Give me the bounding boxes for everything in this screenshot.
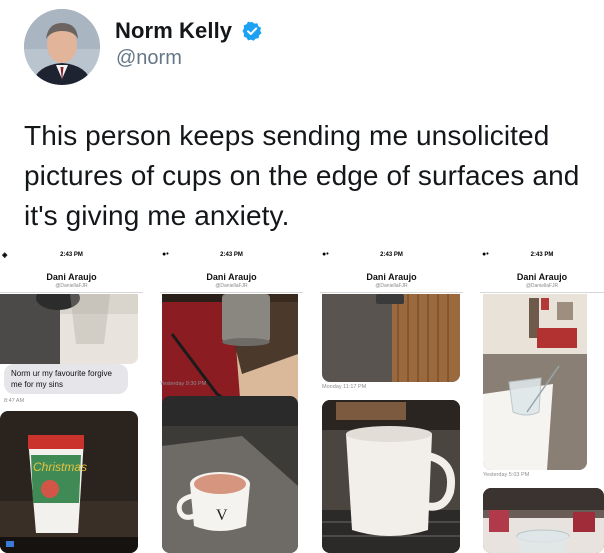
screenshot-1[interactable]: ◈ 2:43 PM Dani Araujo @DaniellaFJR Norm … xyxy=(0,250,143,553)
screenshot-2[interactable]: ●• 2:43 PM Dani Araujo @DaniellaFJR Yest… xyxy=(160,250,303,553)
cup-photo-2[interactable]: Christmas xyxy=(0,411,138,553)
author-handle[interactable]: @norm xyxy=(116,47,182,70)
cup-photo-6[interactable] xyxy=(322,400,460,553)
screenshot-4[interactable]: ●• 2:43 PM Dani Araujo @DaniellaFJR Yest… xyxy=(480,250,604,553)
cup-photo-7[interactable] xyxy=(483,294,587,470)
author-avatar[interactable] xyxy=(24,9,100,85)
cup-photo-5[interactable] xyxy=(322,294,460,382)
contact-name: Dani Araujo xyxy=(366,272,417,282)
header-divider xyxy=(160,292,303,293)
avatar-photo xyxy=(24,9,100,85)
author-name-row[interactable]: Norm Kelly xyxy=(115,18,262,47)
message-timestamp: Yesterday 5:03 PM xyxy=(483,472,530,478)
verified-badge-icon xyxy=(242,21,262,47)
attached-screenshots[interactable]: ◈ 2:43 PM Dani Araujo @DaniellaFJR Norm … xyxy=(0,250,604,553)
tweet-text: This person keeps sending me unsolicited… xyxy=(24,120,580,231)
header-divider xyxy=(480,292,604,293)
message-timestamp: Yesterday 9:30 PM xyxy=(160,381,207,387)
header-divider xyxy=(0,292,143,293)
contact-handle: @DaniellaFJR xyxy=(215,283,248,289)
status-bar: ●• 2:43 PM xyxy=(320,250,463,262)
status-time: 2:43 PM xyxy=(220,252,243,258)
contact-name: Dani Araujo xyxy=(206,272,257,282)
cup-label-text: Christmas xyxy=(33,460,87,474)
contact-handle: @DaniellaFJR xyxy=(525,283,559,289)
screenshot-3[interactable]: ●• 2:43 PM Dani Araujo @DaniellaFJR Mond… xyxy=(320,250,463,553)
contact-name: Dani Araujo xyxy=(46,272,97,282)
contact-handle: @DaniellaFJR xyxy=(375,283,408,289)
cup-photo-4[interactable]: V xyxy=(162,396,298,553)
contact-handle: @DaniellaFJR xyxy=(55,283,88,289)
message-timestamp: Monday 11:17 PM xyxy=(322,384,367,390)
header-divider xyxy=(320,292,463,293)
status-bar: ◈ 2:43 PM xyxy=(0,250,143,262)
cup-photo-8[interactable] xyxy=(483,488,604,553)
contact-name: Dani Araujo xyxy=(516,272,568,282)
status-time: 2:43 PM xyxy=(530,252,554,258)
svg-text:V: V xyxy=(216,507,228,524)
status-time: 2:43 PM xyxy=(380,252,403,258)
status-bar: ●• 2:43 PM xyxy=(480,250,604,262)
cup-photo-1[interactable] xyxy=(0,294,138,364)
status-bar: ●• 2:43 PM xyxy=(160,250,303,262)
status-time: 2:43 PM xyxy=(60,252,83,258)
message-bubble: Norm ur my favourite forgive me for my s… xyxy=(4,364,128,394)
message-timestamp: 8:47 AM xyxy=(4,398,25,404)
author-name[interactable]: Norm Kelly xyxy=(115,18,232,43)
